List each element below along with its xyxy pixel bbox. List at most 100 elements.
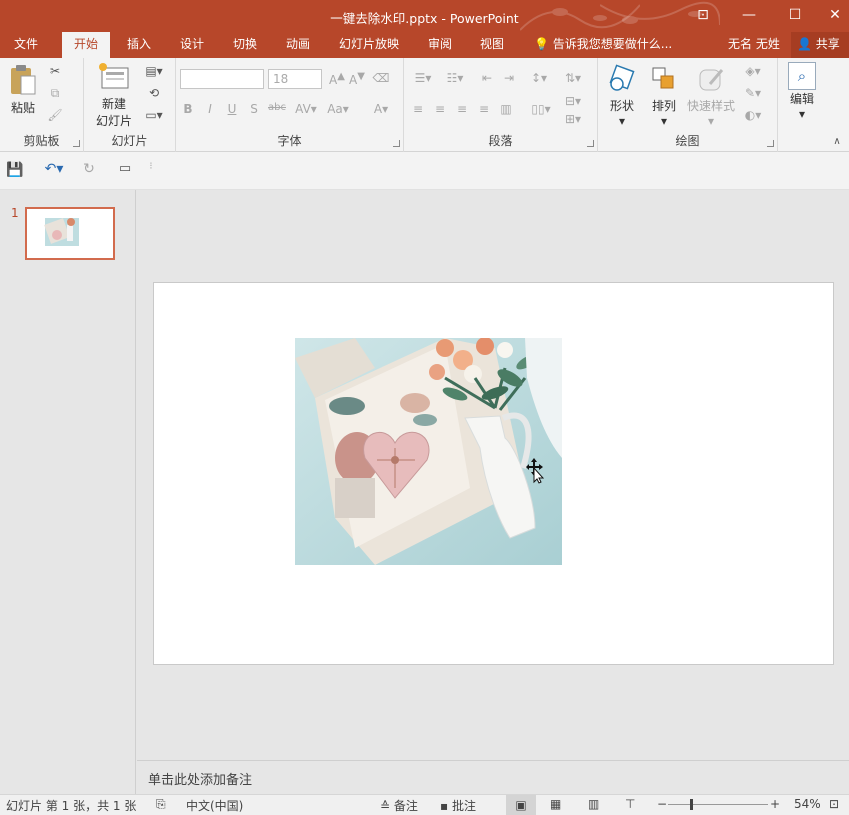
shadow-icon[interactable]: S	[246, 102, 262, 116]
user-account[interactable]: 无名 无姓	[728, 32, 780, 58]
align-text-icon[interactable]: ⊟▾	[560, 94, 586, 108]
notes-toggle[interactable]: ≙ 备注	[380, 797, 418, 814]
underline-icon[interactable]: U	[224, 102, 240, 116]
shape-outline-icon[interactable]: ✎▾	[740, 86, 766, 100]
tab-home[interactable]: 开始	[62, 32, 110, 58]
align-right-icon[interactable]: ≡	[454, 102, 470, 116]
clipboard-label: 剪贴板	[23, 134, 60, 148]
clipboard-launcher-icon[interactable]	[73, 140, 80, 147]
save-icon[interactable]: 💾	[6, 162, 24, 178]
close-button[interactable]: ✕	[815, 0, 849, 30]
reset-icon[interactable]: ⟲	[142, 86, 166, 100]
font-label: 字体	[277, 134, 302, 148]
slide-thumbnail[interactable]	[25, 207, 115, 260]
layout-icon[interactable]: ▤▾	[142, 64, 166, 78]
zoom-in-icon[interactable]: +	[770, 797, 780, 811]
tab-insert[interactable]: 插入	[118, 32, 160, 58]
copy-icon[interactable]: ⧉	[46, 86, 64, 101]
columns-icon[interactable]: ▯▯▾	[528, 102, 554, 116]
format-painter-icon[interactable]: 🖌	[46, 108, 64, 122]
drawing-launcher-icon[interactable]	[767, 140, 774, 147]
cut-icon[interactable]: ✂	[46, 64, 64, 78]
char-spacing-icon[interactable]: AV▾	[292, 102, 320, 116]
zoom-slider[interactable]	[668, 799, 768, 810]
reading-view-icon[interactable]: ▥	[588, 797, 599, 811]
tab-review[interactable]: 审阅	[419, 32, 461, 58]
section-icon[interactable]: ▭▾	[142, 108, 166, 122]
tab-view[interactable]: 视图	[471, 32, 513, 58]
smartart-icon[interactable]: ⊞▾	[560, 112, 586, 126]
font-name-input[interactable]	[180, 69, 264, 89]
slide-sorter-icon[interactable]: ▦	[550, 797, 561, 811]
ribbon-display-options-button[interactable]: ⊡	[683, 0, 723, 30]
distributed-icon[interactable]: ▥	[498, 102, 514, 116]
line-spacing-icon[interactable]: ↕▾	[526, 71, 552, 85]
strikethrough-icon[interactable]: abc	[266, 102, 288, 113]
shape-fill-icon[interactable]: ◈▾	[740, 64, 766, 78]
bullets-icon[interactable]: ☰▾	[410, 71, 436, 85]
collapse-ribbon-icon[interactable]: ∧	[830, 136, 844, 147]
font-size-input[interactable]: 18	[268, 69, 322, 89]
quick-styles-dropdown-icon: ▾	[707, 114, 715, 128]
tab-transitions[interactable]: 切换	[224, 32, 266, 58]
zoom-out-icon[interactable]: −	[657, 797, 667, 811]
slide-number: 1	[11, 206, 19, 220]
numbering-icon[interactable]: ☷▾	[442, 71, 468, 85]
paragraph-launcher-icon[interactable]	[587, 140, 594, 147]
zoom-slider-thumb[interactable]	[690, 799, 693, 810]
thumbnail-image	[44, 218, 79, 246]
font-color-icon[interactable]: A▾	[368, 102, 394, 116]
paste-button[interactable]: 粘贴	[6, 64, 40, 116]
lightbulb-icon: 💡	[534, 37, 549, 51]
maximize-button[interactable]: ☐	[775, 0, 815, 30]
editing-button[interactable]: ⌕ 编辑 ▾	[784, 62, 820, 121]
increase-indent-icon[interactable]: ⇥	[500, 71, 518, 85]
undo-icon[interactable]: ↶▾	[40, 161, 68, 177]
tab-file[interactable]: 文件	[3, 32, 49, 58]
redo-icon[interactable]: ↻	[80, 161, 98, 177]
slide-canvas[interactable]	[153, 282, 834, 665]
zoom-level[interactable]: 54%	[794, 797, 821, 811]
arrange-icon	[652, 67, 674, 89]
arrange-button[interactable]: 排列 ▾	[646, 64, 682, 128]
decrease-indent-icon[interactable]: ⇤	[478, 71, 496, 85]
ribbon-tabs: 文件 开始 插入 设计 切换 动画 幻灯片放映 审阅 视图 💡 告诉我您想要做什…	[0, 32, 849, 58]
tell-me-search[interactable]: 💡 告诉我您想要做什么...	[534, 32, 672, 58]
normal-view-icon[interactable]: ▣	[506, 795, 536, 815]
quick-styles-button[interactable]: 快速样式 ▾	[686, 64, 736, 128]
fit-to-window-icon[interactable]: ⊡	[829, 797, 839, 811]
notes-icon: ≙	[380, 799, 391, 813]
tab-design[interactable]: 设计	[171, 32, 213, 58]
minimize-button[interactable]: —	[729, 0, 769, 30]
font-launcher-icon[interactable]	[393, 140, 400, 147]
bold-icon[interactable]: B	[180, 102, 196, 116]
share-button[interactable]: 👤 共享	[791, 32, 849, 58]
change-case-icon[interactable]: Aa▾	[324, 102, 352, 116]
spell-check-icon[interactable]: ⎘	[156, 797, 166, 812]
notes-pane[interactable]: 单击此处添加备注	[137, 760, 849, 794]
grow-font-icon[interactable]: A▲	[328, 71, 346, 87]
tab-animations[interactable]: 动画	[277, 32, 319, 58]
align-center-icon[interactable]: ≡	[432, 102, 448, 116]
justify-icon[interactable]: ≡	[476, 102, 492, 116]
new-slide-button[interactable]: 新建 幻灯片	[88, 62, 140, 129]
text-direction-icon[interactable]: ⇅▾	[560, 71, 586, 85]
italic-icon[interactable]: I	[202, 102, 218, 116]
shrink-font-icon[interactable]: A▼	[348, 71, 366, 87]
slideshow-icon[interactable]: ⊤	[625, 797, 635, 811]
customize-qat-icon[interactable]: ⁝	[146, 161, 156, 172]
shapes-label: 形状	[609, 99, 634, 113]
align-left-icon[interactable]: ≡	[410, 102, 426, 116]
notes-placeholder: 单击此处添加备注	[148, 773, 253, 788]
shapes-button[interactable]: 形状 ▾	[604, 64, 640, 128]
shapes-dropdown-icon: ▾	[618, 114, 626, 128]
tab-slideshow[interactable]: 幻灯片放映	[332, 32, 406, 58]
language-indicator[interactable]: 中文(中国)	[186, 797, 243, 814]
comments-toggle[interactable]: ▪ 批注	[440, 797, 476, 814]
notes-toggle-label: 备注	[393, 799, 418, 813]
clear-format-icon[interactable]: ⌫	[372, 71, 390, 85]
slide-photo[interactable]	[295, 338, 562, 565]
start-from-beginning-icon[interactable]: ▭	[114, 161, 136, 176]
shape-effects-icon[interactable]: ◐▾	[740, 108, 766, 122]
slide-thumbnail-pane: 1	[0, 190, 136, 794]
